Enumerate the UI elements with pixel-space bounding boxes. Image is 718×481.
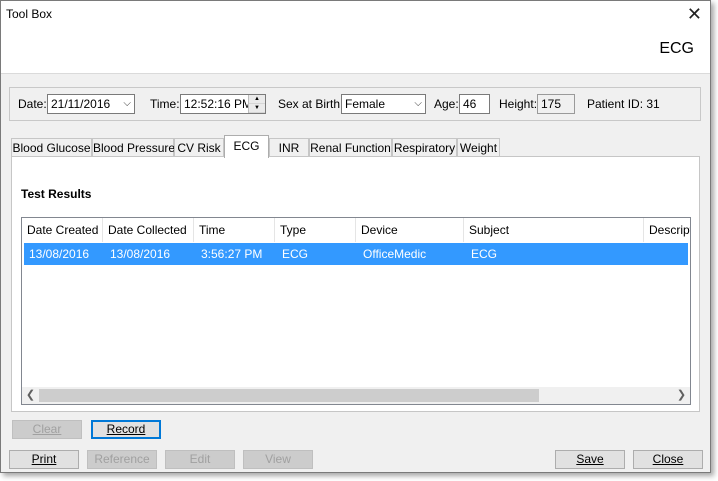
time-value: 12:52:16 PM: [184, 97, 253, 111]
time-spinner[interactable]: ▲ ▼: [248, 95, 265, 113]
column-header[interactable]: Date Collected: [103, 218, 194, 242]
age-value: 46: [463, 97, 477, 111]
tab-ecg[interactable]: ECG: [224, 135, 269, 158]
date-label: Date:: [18, 97, 47, 111]
sex-value: Female: [345, 97, 386, 111]
height-field: 175: [537, 94, 575, 114]
clear-label: Clear: [32, 422, 62, 436]
spin-down-icon[interactable]: ▼: [249, 104, 265, 113]
tab-weight[interactable]: Weight: [457, 138, 500, 156]
table-cell: ECG: [282, 247, 309, 261]
spin-up-icon[interactable]: ▲: [249, 95, 265, 104]
ecg-tab-panel: Test Results Date Created Date Collected…: [11, 156, 700, 412]
page-heading: ECG: [659, 40, 694, 57]
save-label: Save: [576, 452, 604, 466]
scrollbar-thumb[interactable]: [39, 389, 539, 402]
time-picker[interactable]: 12:52:16 PM ▲ ▼: [180, 94, 266, 114]
column-header[interactable]: Date Created: [22, 218, 103, 242]
tab-renal-function[interactable]: Renal Function: [309, 138, 392, 156]
table-cell: 13/08/2016: [29, 247, 90, 261]
reference-button[interactable]: Reference: [87, 450, 157, 469]
column-header[interactable]: Subject: [464, 218, 644, 242]
record-label: Record: [106, 422, 146, 436]
window-title: Tool Box: [6, 7, 53, 21]
edit-label: Edit: [189, 452, 211, 466]
save-button[interactable]: Save: [555, 450, 625, 469]
close-button[interactable]: Close: [633, 450, 703, 469]
view-label: View: [265, 452, 291, 466]
table-cell: ECG: [471, 247, 498, 261]
test-results-title: Test Results: [21, 187, 92, 201]
tab-blood-pressure[interactable]: Blood Pressure: [92, 138, 175, 156]
title-bar: Tool Box ✕ ECG: [1, 1, 710, 74]
chevron-down-icon[interactable]: ⌵: [123, 95, 131, 113]
edit-button[interactable]: Edit: [165, 450, 235, 469]
column-header[interactable]: Type: [275, 218, 356, 242]
test-results-grid[interactable]: Date Created Date Collected Time Type De…: [21, 217, 691, 405]
column-header[interactable]: Descript: [644, 218, 690, 242]
height-value: 175: [541, 97, 562, 111]
tab-respiratory[interactable]: Respiratory: [392, 138, 457, 156]
view-button[interactable]: View: [243, 450, 313, 469]
patient-info-bar: Date: 21/11/2016 ⌵ Time: 12:52:16 PM ▲ ▼…: [9, 87, 701, 121]
tab-cv-risk[interactable]: CV Risk: [174, 138, 224, 156]
table-row[interactable]: 13/08/2016 13/08/2016 3:56:27 PM ECG Off…: [24, 243, 688, 265]
record-button[interactable]: Record: [91, 420, 161, 439]
table-cell: 3:56:27 PM: [201, 247, 263, 261]
scroll-right-icon[interactable]: ❯: [673, 387, 690, 404]
toolbox-window: Tool Box ✕ ECG Date: 21/11/2016 ⌵ Time: …: [0, 0, 711, 473]
close-icon[interactable]: ✕: [687, 3, 702, 25]
date-value: 21/11/2016: [51, 97, 111, 111]
chevron-down-icon[interactable]: ⌵: [414, 95, 422, 113]
sex-label: Sex at Birth:: [278, 97, 344, 111]
time-label: Time:: [150, 97, 180, 111]
table-cell: OfficeMedic: [363, 247, 427, 261]
patient-id: Patient ID: 31: [587, 97, 660, 111]
date-picker[interactable]: 21/11/2016 ⌵: [47, 94, 135, 114]
print-button[interactable]: Print: [9, 450, 79, 469]
age-field[interactable]: 46: [459, 94, 490, 114]
sex-select[interactable]: Female ⌵: [341, 94, 426, 114]
tab-blood-glucose[interactable]: Blood Glucose: [11, 138, 92, 156]
column-header[interactable]: Device: [356, 218, 464, 242]
column-header[interactable]: Time: [194, 218, 275, 242]
age-label: Age:: [434, 97, 459, 111]
scroll-left-icon[interactable]: ❮: [22, 387, 39, 404]
print-label: Print: [31, 452, 57, 466]
reference-label: Reference: [94, 452, 150, 466]
table-cell: 13/08/2016: [110, 247, 171, 261]
close-label: Close: [652, 452, 684, 466]
grid-header: Date Created Date Collected Time Type De…: [22, 218, 690, 242]
tab-inr[interactable]: INR: [269, 138, 309, 156]
clear-button[interactable]: Clear: [12, 420, 82, 439]
height-label: Height:: [499, 97, 538, 111]
horizontal-scrollbar[interactable]: ❮ ❯: [22, 387, 690, 404]
